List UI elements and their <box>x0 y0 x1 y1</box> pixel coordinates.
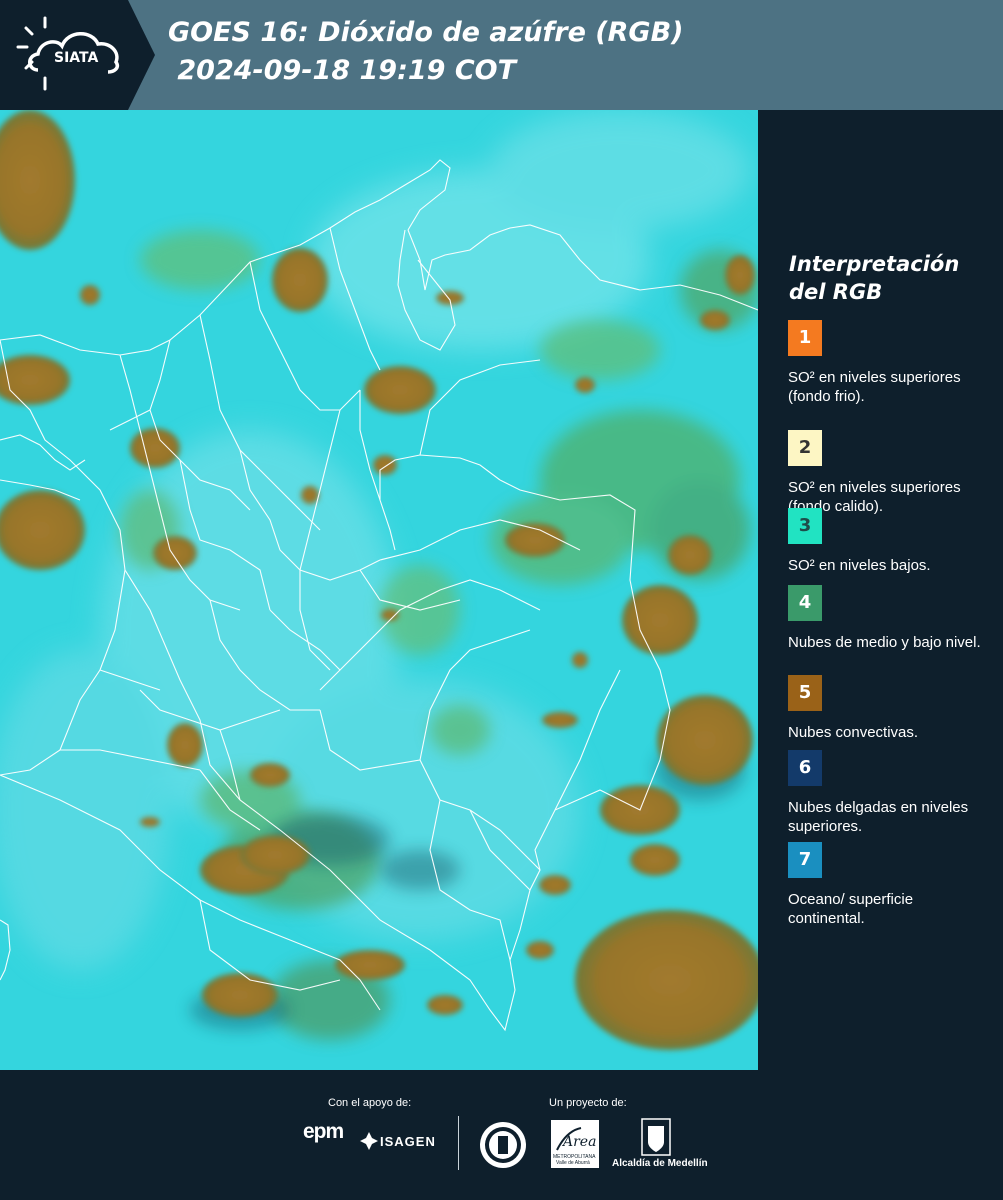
legend-item-5: 5 Nubes convectivas. <box>788 675 988 742</box>
legend-item-text: Nubes de medio y bajo nivel. <box>788 634 981 651</box>
legend-title-line-2: del RGB <box>789 280 883 304</box>
project-label: Un proyecto de: <box>549 1097 627 1109</box>
area-metropolitana-logo: Área METROPOLITANA Valle de Aburrá <box>551 1120 599 1168</box>
legend-item-text: SO² en niveles bajos. <box>788 557 931 574</box>
legend-swatch: 4 <box>788 585 822 621</box>
footer: Con el apoyo de: Un proyecto de: epm ISA… <box>0 1070 1003 1200</box>
title-line-1: GOES 16: Dióxido de azúfre (RGB) <box>168 17 684 48</box>
legend-item-4: 4 Nubes de medio y bajo nivel. <box>788 585 988 652</box>
alcaldia-shield-icon <box>641 1118 671 1160</box>
satellite-map <box>0 110 758 1070</box>
page-title: GOES 16: Dióxido de azúfre (RGB) 2024-09… <box>168 14 684 90</box>
legend-swatch: 3 <box>788 508 822 544</box>
legend-item-text: SO² en niveles superiores (fondo frio). <box>788 369 961 405</box>
legend-item-3: 3 SO² en niveles bajos. <box>788 508 988 575</box>
isagen-logo: ISAGEN <box>380 1134 436 1149</box>
legend-swatch: 6 <box>788 750 822 786</box>
legend-swatch: 2 <box>788 430 822 466</box>
area-valle-text: Valle de Aburrá <box>556 1160 590 1166</box>
legend-title: Interpretación del RGB <box>789 250 989 306</box>
epm-logo: epm <box>303 1120 344 1143</box>
legend-swatch: 1 <box>788 320 822 356</box>
legend-item-2: 2 SO² en niveles superiores (fondo calido… <box>788 430 988 516</box>
legend-item-7: 7 Oceano/ superficie continental. <box>788 842 988 928</box>
medellin-seal-icon <box>478 1120 528 1174</box>
legend-title-line-1: Interpretación <box>789 252 960 276</box>
siata-logo: SIATA <box>0 0 155 110</box>
header-bar: SIATA GOES 16: Dióxido de azúfre (RGB) 2… <box>0 0 1003 110</box>
legend-swatch: 7 <box>788 842 822 878</box>
legend-item-1: 1 SO² en niveles superiores (fondo frio). <box>788 320 988 406</box>
isagen-logo-icon <box>360 1132 378 1154</box>
title-line-2: 2024-09-18 19:19 COT <box>168 55 517 86</box>
siata-logo-text: SIATA <box>54 50 99 66</box>
legend-item-text: Nubes convectivas. <box>788 724 919 741</box>
area-logo-text: Área <box>563 1134 597 1150</box>
legend-item-text: Oceano/ superficie continental. <box>788 891 914 927</box>
legend-item-6: 6 Nubes delgadas en niveles superiores. <box>788 750 988 836</box>
alcaldia-label: Alcaldía de Medellín <box>612 1158 708 1169</box>
support-label: Con el apoyo de: <box>328 1097 412 1109</box>
legend-panel: Interpretación del RGB 1 SO² en niveles s… <box>758 110 1003 1070</box>
legend-swatch: 5 <box>788 675 822 711</box>
legend-item-text: Nubes delgadas en niveles superiores. <box>788 799 969 835</box>
footer-divider <box>458 1116 459 1170</box>
